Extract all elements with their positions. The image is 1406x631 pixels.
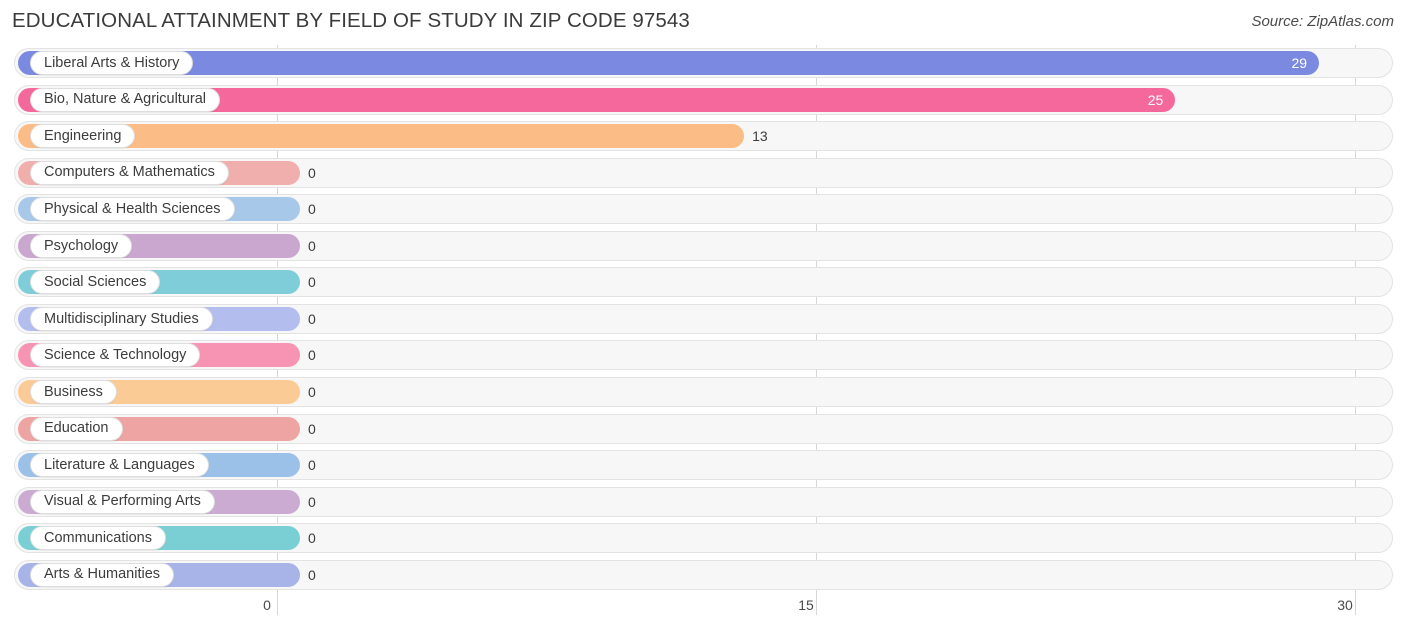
category-label-pill: Social Sciences	[30, 270, 161, 295]
chart-header: EDUCATIONAL ATTAINMENT BY FIELD OF STUDY…	[0, 0, 1406, 45]
value-label: 0	[308, 383, 316, 400]
axis-tick-label: 15	[798, 597, 814, 613]
value-label: 0	[308, 493, 316, 510]
bar-row[interactable]: Visual & Performing Arts 0	[0, 484, 1406, 521]
category-label-pill: Visual & Performing Arts	[30, 489, 215, 514]
axis-tick-label: 30	[1337, 597, 1353, 613]
source-attribution: Source: ZipAtlas.com	[1251, 13, 1394, 30]
bar-row[interactable]: Engineering 13	[0, 118, 1406, 155]
bar-row[interactable]: Liberal Arts & History 29	[0, 45, 1406, 82]
bar-row[interactable]: Education 0	[0, 411, 1406, 448]
bar-rows: Liberal Arts & History 29 Bio, Nature & Ag…	[0, 45, 1406, 593]
category-label: Psychology	[44, 237, 119, 254]
value-label: 29	[1291, 55, 1308, 71]
category-label: Engineering	[44, 127, 122, 144]
category-label-pill: Literature & Languages	[30, 453, 209, 478]
bar-row[interactable]: Computers & Mathematics 0	[0, 155, 1406, 192]
bar-row[interactable]: Communications 0	[0, 520, 1406, 557]
bar-row[interactable]: Bio, Nature & Agricultural 25	[0, 82, 1406, 119]
x-axis: 0 15 30	[0, 593, 1406, 631]
bar-row[interactable]: Psychology 0	[0, 228, 1406, 265]
plot-area: Liberal Arts & History 29 Bio, Nature & Ag…	[0, 45, 1406, 593]
category-label: Physical & Health Sciences	[44, 200, 221, 217]
category-label: Literature & Languages	[44, 456, 195, 473]
bar-row[interactable]: Arts & Humanities 0	[0, 557, 1406, 594]
bar-row[interactable]: Physical & Health Sciences 0	[0, 191, 1406, 228]
value-bar[interactable]	[18, 51, 1320, 75]
value-label: 0	[308, 420, 316, 437]
bar-row[interactable]: Business 0	[0, 374, 1406, 411]
category-label-pill: Science & Technology	[30, 343, 201, 368]
value-label: 25	[1147, 91, 1164, 108]
value-label: 0	[308, 566, 316, 583]
category-label-pill: Multidisciplinary Studies	[30, 306, 213, 331]
category-label: Arts & Humanities	[44, 566, 161, 583]
category-label: Bio, Nature & Agricultural	[44, 91, 206, 108]
category-label-pill: Bio, Nature & Agricultural	[30, 87, 220, 112]
category-label-pill: Business	[30, 379, 117, 404]
category-label-pill: Psychology	[30, 233, 133, 258]
bar-row[interactable]: Science & Technology 0	[0, 337, 1406, 374]
category-label: Visual & Performing Arts	[44, 493, 201, 510]
value-label: 0	[308, 201, 316, 218]
category-label: Liberal Arts & History	[44, 54, 180, 71]
category-label: Computers & Mathematics	[44, 164, 215, 181]
axis-tick-mark	[1355, 593, 1356, 615]
bar-row[interactable]: Literature & Languages 0	[0, 447, 1406, 484]
chart-container: EDUCATIONAL ATTAINMENT BY FIELD OF STUDY…	[0, 0, 1406, 631]
category-label-pill: Computers & Mathematics	[30, 160, 229, 185]
value-label: 0	[308, 457, 316, 474]
value-label: 0	[308, 274, 316, 291]
category-label-pill: Arts & Humanities	[30, 562, 175, 587]
category-label: Business	[44, 383, 103, 400]
value-label: 0	[308, 237, 316, 254]
axis-tick-label: 0	[263, 597, 271, 613]
category-label-pill: Education	[30, 416, 123, 441]
value-label: 0	[308, 164, 316, 181]
category-label: Education	[44, 420, 109, 437]
category-label: Communications	[44, 529, 152, 546]
category-label-pill: Liberal Arts & History	[30, 51, 194, 75]
bar-row[interactable]: Social Sciences 0	[0, 264, 1406, 301]
value-label: 0	[308, 530, 316, 547]
category-label-pill: Physical & Health Sciences	[30, 197, 235, 222]
axis-tick-mark	[277, 593, 278, 615]
page-title: EDUCATIONAL ATTAINMENT BY FIELD OF STUDY…	[12, 9, 690, 32]
category-label: Science & Technology	[44, 347, 187, 364]
bar-row[interactable]: Multidisciplinary Studies 0	[0, 301, 1406, 338]
category-label: Multidisciplinary Studies	[44, 310, 199, 327]
value-label: 0	[308, 310, 316, 327]
axis-tick-mark	[816, 593, 817, 615]
category-label: Social Sciences	[44, 274, 147, 291]
category-label-pill: Engineering	[30, 124, 136, 149]
value-label: 13	[752, 128, 768, 145]
value-label: 0	[308, 347, 316, 364]
category-label-pill: Communications	[30, 526, 166, 551]
